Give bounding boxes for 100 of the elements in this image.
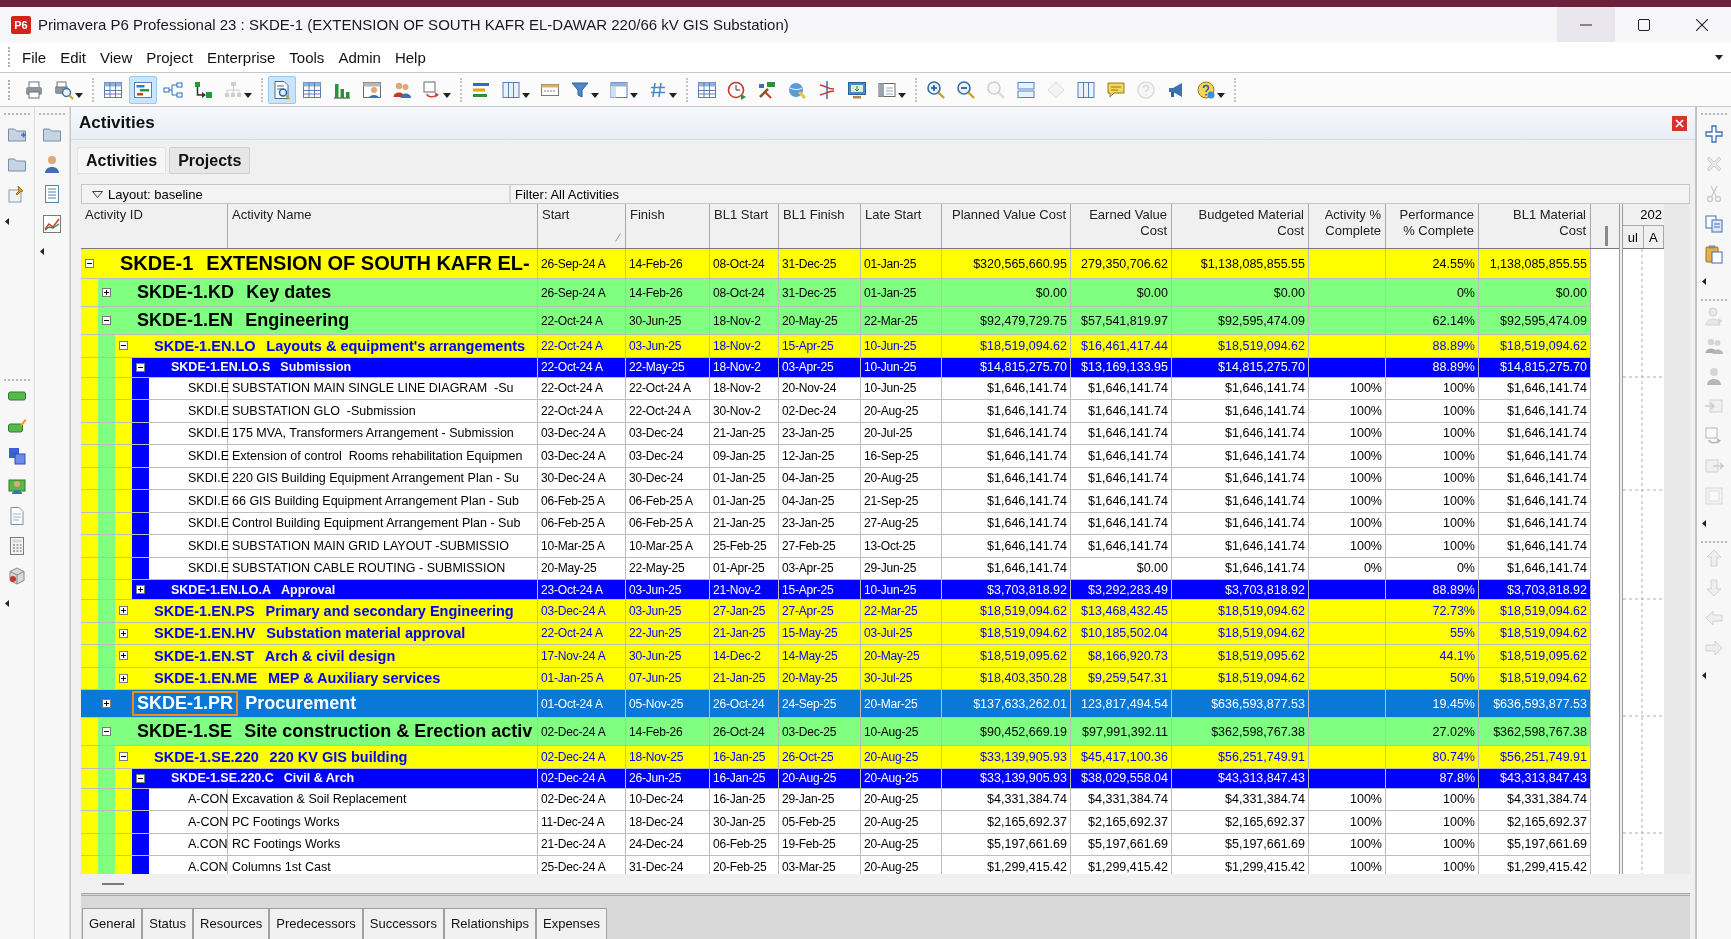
tab[interactable]: Successors xyxy=(362,908,444,939)
collapse-icon[interactable] xyxy=(136,773,145,783)
activity-row[interactable]: SKDI.E SUBSTATION CABLE ROUTING - SUBMISSION 20-May-25 22-May-25 01-Apr-25 03-Apr-25 29-Jun-25 $1,646,141.74 $0.00 $1,646,141.74 0% 0% $1,646,141.74 xyxy=(81,557,1591,580)
activity-row[interactable]: SKDI.E SUBSTATION MAIN SINGLE LINE DIAGRAM -Su 22-Oct-24 A 22-Oct-24 A 18-Nov-2 20-Nov-24 10-Jun-25 $1,646,141.74 $1,646,141.74 $1,646,141.74 100% 100% $1,646,141.74 xyxy=(81,377,1591,400)
dropdown-triangle-icon[interactable] xyxy=(92,190,103,198)
collapse-icon[interactable] xyxy=(85,259,94,268)
expand-icon[interactable] xyxy=(136,585,145,594)
menu-item[interactable]: Tools xyxy=(282,45,332,69)
activity-row[interactable]: SKDI.E Extension of control Rooms rehabilitation Equipmen 03-Dec-24 A 03-Dec-24 09-Jan-25 12-Jan-25 16-Sep-25 $1,646,141.74 $1,646,141.74 $1,646,141.74 100% 100% $1,646,141.74 xyxy=(81,445,1591,468)
table-cell: $1,646,141.74 xyxy=(942,490,1071,512)
collapse-icon[interactable] xyxy=(136,362,145,372)
menu-item[interactable]: View xyxy=(93,45,140,69)
activity-row[interactable]: SKDI.E SUBSTATION MAIN GRID LAYOUT -SUBMISSIO 10-Mar-25 A 10-Mar-25 A 25-Feb-25 27-Feb-25 13-Oct-25 $1,646,141.74 $1,646,141.74 $1,646,141.74 100% 100% $1,646,141.74 xyxy=(81,535,1591,558)
caret-icon[interactable] xyxy=(591,92,599,98)
table-cell: $2,165,692.37 xyxy=(1479,811,1591,833)
wbs-row[interactable]: SKDE-1.SE.220.C Civil & Arch 02-Dec-24 A 26-Jun-25 16-Jan-25 20-Aug-25 20-Aug-25 $33,139,905.93 $38,029,558.04 $43,313,847.43 87.8% $43,313,847.43 xyxy=(81,768,1591,789)
menu-item[interactable]: Edit xyxy=(53,45,94,69)
wbs-row[interactable]: SKDE-1.EN.PS Primary and secondary Engineering 03-Dec-24 A 03-Jun-25 27-Jan-25 27-Apr-25 22-Mar-25 $18,519,094.62 $13,468,432.45 $18,519,094.62 72.73% $18,519,094.62 xyxy=(81,600,1591,623)
close-panel-button[interactable] xyxy=(1672,115,1687,131)
collapse-icon[interactable] xyxy=(119,341,128,351)
wbs-row[interactable]: SKDE-1.EN.ME MEP & Auxiliary services 01-Jan-25 A 07-Jun-25 21-Jan-25 20-May-25 30-Jul-25 $18,403,350.28 $9,259,547.31 $18,519,094.62 50% $18,519,094.62 xyxy=(81,667,1591,690)
timescale-month: A xyxy=(1643,226,1664,248)
layout-label[interactable]: Layout: baseline xyxy=(108,186,203,202)
caret-icon[interactable] xyxy=(630,92,638,98)
collapse-arrow-icon[interactable] xyxy=(1702,520,1706,527)
activity-row[interactable]: A-CON Excavation & Soil Replacement 02-Dec-24 A 10-Dec-24 16-Jan-25 29-Jan-25 20-Aug-25 $4,331,384.74 $4,331,384.74 $4,331,384.74 100% 100% $4,331,384.74 xyxy=(81,788,1591,811)
wbs-row[interactable]: SKDE-1.EN.ST Arch & civil design 17-Nov-24 A 30-Jun-25 14-Dec-2 14-May-25 20-May-25 $18,519,095.62 $8,166,920.73 $18,519,095.62 44.1% $18,519,095.62 xyxy=(81,645,1591,668)
menu-item[interactable]: Admin xyxy=(331,45,388,69)
tab[interactable]: Activities xyxy=(77,147,167,174)
filter-label[interactable]: Filter: All Activities xyxy=(511,186,620,202)
activity-row[interactable]: SKDI.E 175 MVA, Transformers Arrangement - Submission 03-Dec-24 A 03-Dec-24 21-Jan-25 23-Jan-25 20-Jul-25 $1,646,141.74 $1,646,141.74 $1,646,141.74 100% 100% $1,646,141.74 xyxy=(81,422,1591,445)
collapse-arrow-icon[interactable] xyxy=(5,600,9,607)
caret-icon[interactable] xyxy=(75,92,83,98)
wbs-row[interactable]: SKDE-1.EN.LO.A Approval 23-Oct-24 A 03-Jun-25 21-Nov-2 15-Apr-25 10-Jun-25 $3,703,818.92 $3,292,283.49 $3,703,818.92 88.89% $3,703,818.92 xyxy=(81,580,1591,600)
collapse-arrow-icon[interactable] xyxy=(40,248,44,255)
expand-icon[interactable] xyxy=(102,288,111,297)
caret-icon[interactable] xyxy=(898,92,906,98)
wbs-row[interactable]: SKDE-1.KD Key dates 26-Sep-24 A 14-Feb-26 08-Oct-24 31-Dec-25 01-Jan-25 $0.00 $0.00 $0.00 0% $0.00 xyxy=(81,279,1591,307)
activity-row[interactable]: SKDI.E 66 GIS Building Equipment Arrangement Plan - Sub 06-Feb-25 A 06-Feb-25 A 01-Jan-25 04-Jan-25 21-Sep-25 $1,646,141.74 $1,646,141.74 $1,646,141.74 100% 100% $1,646,141.74 xyxy=(81,490,1591,513)
tab[interactable]: Predecessors xyxy=(269,908,363,939)
table-cell: 17-Nov-24 A xyxy=(538,645,626,667)
collapse-icon[interactable] xyxy=(119,752,128,762)
activity-row[interactable]: SKDI.E Control Building Equipment Arrangement Plan - Sub 06-Feb-25 A 06-Feb-25 A 21-Jan-25 23-Jan-25 27-Aug-25 $1,646,141.74 $1,646,141.74 $1,646,141.74 100% 100% $1,646,141.74 xyxy=(81,512,1591,535)
caret-icon[interactable] xyxy=(1217,92,1225,98)
table-cell: $5,197,661.69 xyxy=(942,833,1071,855)
wbs-row[interactable]: SKDE-1.EN.LO.S Submission 22-Oct-24 A 22-May-25 18-Nov-2 03-Apr-25 10-Jun-25 $14,815,275.70 $13,169,133.95 $14,815,275.70 88.89% $14,815,275.70 xyxy=(81,357,1591,378)
activity-row[interactable]: A.CON RC Footings Works 21-Dec-24 A 24-Dec-24 06-Feb-25 19-Feb-25 20-Aug-25 $5,197,661.69 $5,197,661.69 $5,197,661.69 100% 100% $5,197,661.69 xyxy=(81,833,1591,856)
wbs-row[interactable]: SKDE-1.EN.LO Layouts & equipment's arrangements 22-Oct-24 A 03-Jun-25 18-Nov-2 15-Apr-25 10-Jun-25 $18,519,094.62 $16,461,417.44 $18,519,094.62 88.89% $18,519,094.62 xyxy=(81,335,1591,358)
table-cell: 03-Dec-24 A xyxy=(538,422,626,444)
table-cell: $13,468,432.45 xyxy=(1071,600,1172,622)
expand-icon[interactable] xyxy=(119,606,128,616)
menu-item[interactable]: File xyxy=(15,45,54,69)
wbs-row[interactable]: SKDE-1.SE.220 220 KV GIS building 02-Dec-24 A 18-Nov-25 16-Jan-25 26-Oct-25 20-Aug-25 $33,139,905.93 $45,417,100.36 $56,251,749.91 80.74% $56,251,749.91 xyxy=(81,746,1591,769)
caret-icon[interactable] xyxy=(1715,54,1723,60)
collapse-icon[interactable] xyxy=(102,727,111,736)
table-cell: 20-Jul-25 xyxy=(861,422,942,444)
scrollbar-thumb[interactable] xyxy=(1605,226,1608,246)
collapse-arrow-icon[interactable] xyxy=(1702,278,1706,285)
wbs-row[interactable]: SKDE-1.EN Engineering 22-Oct-24 A 30-Jun-25 18-Nov-2 20-May-25 22-Mar-25 $92,479,729.75 $57,541,819.97 $92,595,474.09 62.14% $92,595,474.09 xyxy=(81,307,1591,335)
tab[interactable]: Status xyxy=(142,908,194,939)
activity-row[interactable]: SKDI.E 220 GIS Building Equipment Arrangement Plan - Su 30-Dec-24 A 30-Dec-24 01-Jan-25 04-Jan-25 20-Aug-25 $1,646,141.74 $1,646,141.74 $1,646,141.74 100% 100% $1,646,141.74 xyxy=(81,467,1591,490)
menu-item[interactable]: Help xyxy=(387,45,433,69)
table-cell: $636,593,877.53 xyxy=(1479,690,1591,717)
scrollbar-thumb[interactable] xyxy=(102,882,124,885)
caret-icon[interactable] xyxy=(669,92,677,98)
table-cell: 22-Jun-25 xyxy=(626,622,710,644)
caret-icon[interactable] xyxy=(522,92,530,98)
tab[interactable]: Relationships xyxy=(443,908,536,939)
table-cell: $1,646,141.74 xyxy=(1071,400,1172,422)
wbs-row[interactable]: SKDE-1.EN.HV Substation material approval 22-Oct-24 A 22-Jun-25 21-Jan-25 15-May-25 03-Jul-25 $18,519,094.62 $10,185,502.04 $18,519,094.62 55% $18,519,094.62 xyxy=(81,622,1591,645)
expand-icon[interactable] xyxy=(119,673,128,683)
expand-icon[interactable] xyxy=(119,628,128,638)
table-cell: 06-Feb-25 A xyxy=(626,490,710,512)
tab[interactable]: General xyxy=(82,908,143,939)
caret-icon[interactable] xyxy=(443,92,451,98)
collapse-arrow-icon[interactable] xyxy=(5,218,9,225)
table-cell: $3,292,283.49 xyxy=(1071,580,1172,599)
activity-row[interactable]: A-CON PC Footings Works 11-Dec-24 A 18-Dec-24 30-Jan-25 05-Feb-25 20-Aug-25 $2,165,692.37 $2,165,692.37 $2,165,692.37 100% 100% $2,165,692.37 xyxy=(81,811,1591,834)
wbs-row[interactable]: SKDE-1.SE Site construction & Erection activ 02-Dec-24 A 14-Feb-26 26-Oct-24 03-Dec-25 10-Aug-25 $90,452,669.19 $97,991,392.11 $362,598,767.38 27.02% $362,598,767.38 xyxy=(81,718,1591,746)
collapse-arrow-icon[interactable] xyxy=(1702,672,1706,679)
table-cell: $18,519,094.62 xyxy=(1172,622,1309,644)
table-cell: 14-Feb-26 xyxy=(626,249,710,278)
tab[interactable]: Expenses xyxy=(536,908,608,939)
tab[interactable]: Resources xyxy=(193,908,270,939)
menu-item[interactable]: Enterprise xyxy=(199,45,283,69)
table-cell: 01-Apr-25 xyxy=(710,557,779,579)
table-cell: $18,519,094.62 xyxy=(1479,622,1591,644)
table-cell: 06-Feb-25 xyxy=(710,833,779,855)
collapse-icon[interactable] xyxy=(102,316,111,325)
wbs-name: Engineering xyxy=(245,310,350,331)
activity-row[interactable]: SKDI.E SUBSTATION GLO -Submission 22-Oct-24 A 22-Oct-24 A 30-Nov-2 02-Dec-24 20-Aug-25 $1,646,141.74 $1,646,141.74 $1,646,141.74 100% 100% $1,646,141.74 xyxy=(81,400,1591,423)
expand-icon[interactable] xyxy=(102,699,111,708)
expand-icon[interactable] xyxy=(119,651,128,661)
activity-row[interactable]: A.CON Columns 1st Cast 25-Dec-24 A 31-Dec-24 20-Feb-25 03-Mar-25 20-Aug-25 $1,299,415.42 $1,299,415.42 $1,299,415.42 100% 100% $1,299,415.42 xyxy=(81,856,1591,874)
menu-item[interactable]: Project xyxy=(139,45,200,69)
tab[interactable]: Projects xyxy=(169,147,251,174)
wbs-row[interactable]: SKDE-1.PR Procurement 01-Oct-24 A 05-Nov-25 26-Oct-24 24-Sep-25 20-Mar-25 $137,633,262.01 123,817,494.54 $636,593,877.53 19.45% $636,593,877.53 xyxy=(81,690,1591,718)
table-cell: $45,417,100.36 xyxy=(1071,746,1172,768)
wbs-row[interactable]: SKDE-1 EXTENSION OF SOUTH KAFR EL- 26-Sep-24 A 14-Feb-26 08-Oct-24 31-Dec-25 01-Jan-25 $320,565,660.95 279,350,706.62 $1,138,085,855.55 24.55% 1,138,085,855.55 xyxy=(81,249,1591,279)
app-logo: P6 xyxy=(11,15,31,34)
